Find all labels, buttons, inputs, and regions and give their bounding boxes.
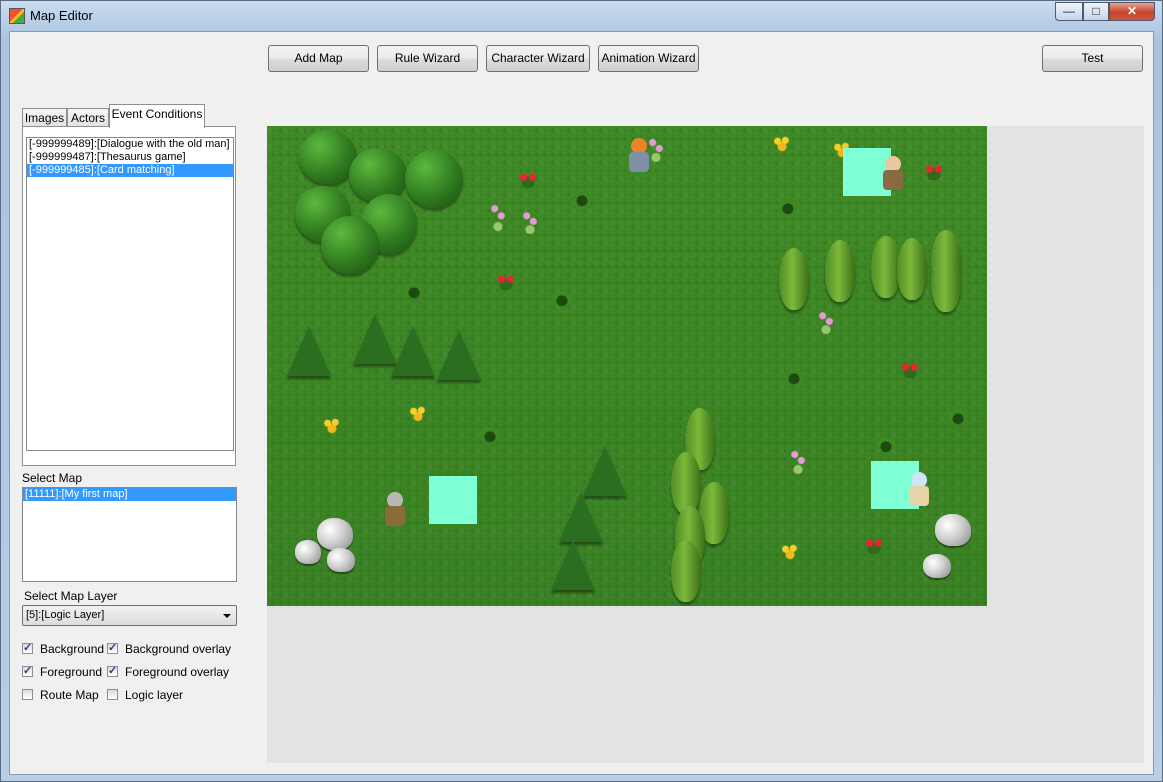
red-flower-sprite — [899, 360, 921, 378]
cypress-sprite — [931, 250, 961, 312]
pine-sprite — [551, 540, 595, 590]
checkbox-box[interactable] — [107, 641, 118, 654]
animation-wizard-button[interactable]: Animation Wizard — [598, 45, 699, 72]
cypress-sprite — [825, 240, 855, 302]
cypress-sprite — [671, 452, 701, 514]
checkbox-label: Logic layer — [125, 688, 184, 702]
actor-body — [883, 170, 903, 190]
red-flower-sprite — [495, 272, 517, 290]
pine-sprite — [559, 492, 603, 542]
checkbox-box[interactable] — [22, 641, 33, 654]
cypress-sprite — [671, 540, 701, 602]
logic-layer-checkbox[interactable]: Logic layer — [107, 688, 237, 704]
checkbox-box[interactable] — [107, 689, 118, 700]
route-map-checkbox[interactable]: Route Map — [22, 688, 117, 704]
bush-sprite — [947, 408, 969, 426]
checkbox-box[interactable] — [22, 664, 33, 677]
red-flower-sprite — [923, 162, 945, 180]
event-conditions-panel: [-999999489]:[Dialogue with the old man]… — [22, 126, 236, 466]
checkbox-label: Background — [40, 642, 105, 656]
rock-sprite — [923, 554, 951, 578]
event-conditions-list[interactable]: [-999999489]:[Dialogue with the old man]… — [26, 137, 234, 451]
bush-sprite — [777, 198, 799, 216]
bush-sprite — [875, 436, 897, 454]
title-bar[interactable]: Map Editor — □ ✕ — [1, 1, 1162, 31]
select-map-label: Select Map — [22, 471, 83, 485]
checkbox-label: Route Map — [40, 688, 99, 702]
select-map-list[interactable]: [11111]:[My first map] — [22, 487, 237, 582]
maximize-button[interactable]: □ — [1083, 2, 1109, 21]
map-canvas-area[interactable] — [267, 126, 1144, 763]
logic-marker[interactable] — [429, 476, 477, 524]
character-wizard-button[interactable]: Character Wizard — [486, 45, 590, 72]
checkbox-box[interactable] — [22, 689, 33, 700]
pink-flower-sprite — [519, 206, 541, 234]
bush-sprite — [479, 426, 501, 444]
list-item[interactable]: [-999999487]:[Thesaurus game] — [27, 151, 233, 164]
yellow-flower-sprite — [771, 134, 793, 152]
client-area: Add Map Rule Wizard Character Wizard Ani… — [9, 31, 1154, 775]
woman-actor-sprite[interactable] — [905, 472, 933, 508]
background-checkbox[interactable]: Background — [22, 641, 117, 658]
rock-sprite — [317, 518, 353, 550]
minimize-button[interactable]: — — [1055, 2, 1083, 21]
list-item[interactable]: [-999999485]:[Card matching] — [27, 164, 233, 177]
add-map-button[interactable]: Add Map — [268, 45, 369, 72]
map-canvas[interactable] — [267, 126, 987, 606]
checkbox-box[interactable] — [107, 664, 118, 677]
rock-sprite — [295, 540, 321, 564]
foreground-checkbox[interactable]: Foreground — [22, 664, 117, 681]
checkbox-label: Background overlay — [125, 642, 232, 656]
test-button[interactable]: Test — [1042, 45, 1143, 72]
pink-flower-sprite — [487, 196, 509, 232]
pine-sprite — [287, 326, 331, 376]
yellow-flower-sprite — [779, 542, 801, 560]
window-title: Map Editor — [30, 8, 93, 23]
old-man-actor-sprite[interactable] — [879, 156, 907, 192]
list-item[interactable]: [-999999489]:[Dialogue with the old man] — [27, 138, 233, 151]
actor-body — [629, 152, 649, 172]
bush-sprite — [571, 190, 593, 208]
foreground-overlay-checkbox[interactable]: Foreground overlay — [107, 664, 237, 681]
pink-flower-sprite — [815, 306, 837, 334]
checkbox-label: Foreground overlay — [125, 665, 230, 679]
tab-actors[interactable]: Actors — [67, 108, 109, 127]
tree-sprite — [349, 148, 407, 202]
cypress-sprite — [897, 238, 927, 300]
list-item[interactable]: [11111]:[My first map] — [23, 488, 236, 501]
tree-sprite — [321, 216, 379, 274]
pine-sprite — [583, 446, 627, 496]
bush-sprite — [551, 290, 573, 308]
checkbox-label: Foreground — [40, 665, 103, 679]
pine-sprite — [391, 326, 435, 376]
cypress-sprite — [779, 248, 809, 310]
actor-body — [909, 486, 929, 506]
red-flower-sprite — [517, 170, 539, 188]
tree-sprite — [405, 150, 463, 208]
map-editor-window: Map Editor — □ ✕ Add Map Rule Wizard Cha… — [0, 0, 1163, 782]
app-icon — [9, 8, 25, 24]
pink-flower-sprite — [787, 444, 809, 474]
pine-sprite — [437, 330, 481, 380]
background-overlay-checkbox[interactable]: Background overlay — [107, 641, 237, 658]
red-flower-sprite — [863, 536, 885, 554]
rule-wizard-button[interactable]: Rule Wizard — [377, 45, 478, 72]
rock-sprite — [935, 514, 971, 546]
yellow-flower-sprite — [321, 416, 343, 434]
tab-images[interactable]: Images — [22, 108, 67, 127]
elder-actor-sprite[interactable] — [381, 492, 409, 528]
bush-sprite — [403, 282, 425, 300]
map-layer-select[interactable]: [5]:[Logic Layer] — [22, 605, 237, 626]
tab-event-conditions[interactable]: Event Conditions — [109, 104, 205, 128]
rock-sprite — [327, 548, 355, 572]
chevron-down-icon — [223, 614, 231, 618]
close-button[interactable]: ✕ — [1109, 2, 1155, 21]
map-layer-value: [5]:[Logic Layer] — [26, 609, 105, 621]
hero-actor-sprite[interactable] — [625, 138, 653, 174]
bush-sprite — [783, 368, 805, 386]
select-map-layer-label: Select Map Layer — [24, 589, 118, 603]
yellow-flower-sprite — [407, 404, 429, 422]
actor-body — [385, 506, 405, 526]
